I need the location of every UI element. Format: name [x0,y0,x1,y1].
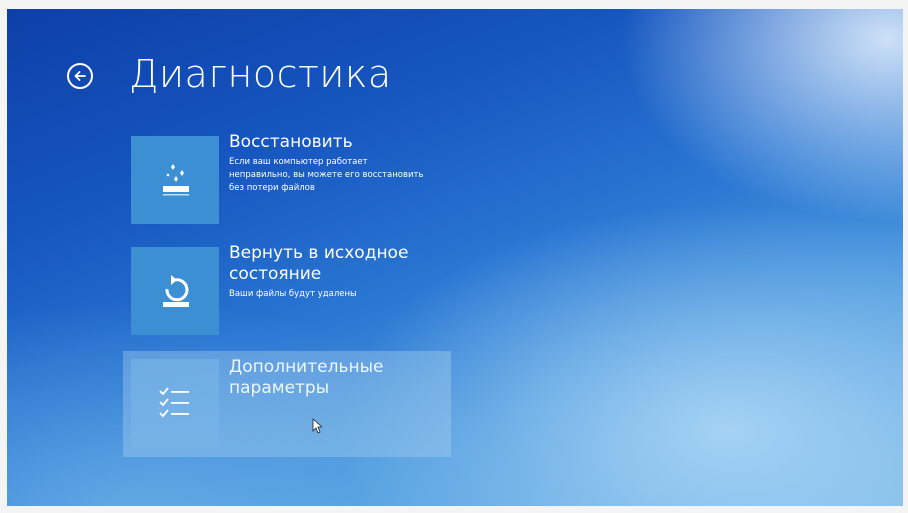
recovery-screen: Диагностика Восстановить Если ваш компью… [7,9,903,506]
option-title: Дополнительные параметры [229,357,384,398]
option-title: Вернуть в исходное состояние [229,243,409,284]
back-button[interactable] [67,63,93,89]
mouse-pointer-icon [312,418,322,434]
option-reset[interactable]: Вернуть в исходное состояние Ваши файлы … [131,243,451,335]
option-restore[interactable]: Восстановить Если ваш компьютер работает… [131,132,451,224]
checklist-icon [131,359,219,447]
option-description: Ваши файлы будут удалены [229,289,357,299]
back-arrow-icon [74,71,86,81]
refresh-sparkle-icon [131,136,219,224]
reset-circular-arrow-icon [131,247,219,335]
page-title: Диагностика [129,52,392,96]
option-title: Восстановить [229,132,353,152]
option-advanced[interactable]: Дополнительные параметры [123,351,451,457]
option-description: Если ваш компьютер работает неправильно,… [229,157,424,193]
